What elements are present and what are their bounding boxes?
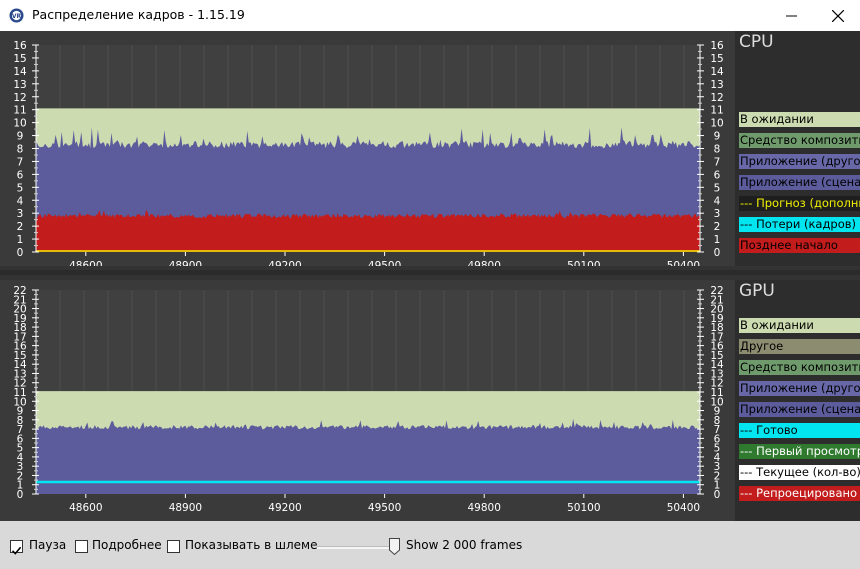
cpu-y-tick-label: 1 xyxy=(714,234,721,246)
cpu-legend-item: В ожидании xyxy=(739,112,860,127)
cpu-legend-item: --- Потери (кадров) xyxy=(739,217,860,232)
gpu-legend-item: --- Готово xyxy=(739,423,860,438)
gpu-legend-title: GPU xyxy=(739,281,775,301)
frames-slider-handle[interactable] xyxy=(389,538,400,555)
minimize-icon xyxy=(786,15,797,17)
cpu-y-tick-label: 4 xyxy=(17,195,24,207)
close-icon xyxy=(832,10,844,22)
title-bar: VR Распределение кадров - 1.15.19 xyxy=(0,0,860,32)
cpu-y-tick-label: 12 xyxy=(13,92,26,104)
cpu-y-tick-label: 7 xyxy=(714,156,721,168)
gpu-legend-item: Приложение (другое) xyxy=(739,381,860,396)
cpu-y-tick-label: 4 xyxy=(714,195,721,207)
gpu-x-tick-label: 50400 xyxy=(667,502,700,514)
cpu-legend-title: CPU xyxy=(739,32,774,52)
frames-label: Show 2 000 frames xyxy=(406,538,523,552)
minimize-button[interactable] xyxy=(768,0,814,31)
cpu-y-tick-label: 8 xyxy=(17,144,24,156)
cpu-y-tick-label: 2 xyxy=(17,221,24,233)
gpu-legend-item: --- Текущее (кол-во) xyxy=(739,465,860,480)
cpu-y-tick-label: 10 xyxy=(710,118,723,130)
cpu-y-tick-label: 16 xyxy=(710,40,724,52)
cpu-x-tick-label: 50400 xyxy=(667,260,700,266)
gpu-legend-item: --- Репроецировано xyxy=(739,486,860,501)
cpu-y-tick-label: 16 xyxy=(13,40,27,52)
gpu-legend-item: Другое xyxy=(739,339,860,354)
cpu-y-tick-label: 10 xyxy=(13,118,26,130)
cpu-y-tick-label: 3 xyxy=(714,208,721,220)
details-label[interactable]: Подробнее xyxy=(92,538,162,552)
cpu-y-tick-label: 9 xyxy=(17,131,24,143)
cpu-y-tick-label: 15 xyxy=(710,53,723,65)
cpu-x-tick-label: 48900 xyxy=(169,260,202,266)
gpu-x-tick-label: 49500 xyxy=(368,502,401,514)
cpu-legend-item: Приложение (другое) xyxy=(739,154,860,169)
cpu-x-tick-label: 49800 xyxy=(467,260,500,266)
cpu-y-tick-label: 0 xyxy=(17,247,24,259)
cpu-y-tick-label: 14 xyxy=(710,66,724,78)
cpu-y-tick-label: 13 xyxy=(710,79,723,91)
cpu-legend-item: Позднее начало xyxy=(739,238,860,253)
cpu-legend: CPU В ожидании Средство композитин Приложе… xyxy=(735,31,860,266)
cpu-y-tick-label: 6 xyxy=(17,169,24,181)
frames-slider-track[interactable] xyxy=(317,546,397,549)
cpu-y-tick-label: 0 xyxy=(714,247,721,259)
window-title: Распределение кадров - 1.15.19 xyxy=(32,7,245,22)
cpu-y-tick-label: 7 xyxy=(17,156,24,168)
checkmark-icon xyxy=(11,546,22,555)
cpu-y-tick-label: 15 xyxy=(13,53,26,65)
gpu-legend: GPU В ожидании Другое Средство композитин П… xyxy=(735,280,860,521)
cpu-y-tick-label: 14 xyxy=(13,66,27,78)
cpu-y-tick-label: 6 xyxy=(714,169,721,181)
cpu-y-tick-label: 8 xyxy=(714,144,721,156)
close-button[interactable] xyxy=(814,0,860,31)
gpu-legend-item: --- Первый просмотр xyxy=(739,444,860,459)
content-area: 0 0 1 1 2 2 3 3 4 4 5 5 6 6 7 7 8 8 9 9 10 10 11 11 12 12 13 13 14 14… xyxy=(0,31,860,521)
gpu-legend-item: Средство композитин xyxy=(739,360,860,375)
cpu-x-tick-label: 49200 xyxy=(268,260,301,266)
app-icon: VR xyxy=(9,8,24,23)
details-checkbox[interactable] xyxy=(75,540,88,553)
cpu-y-tick-label: 5 xyxy=(17,182,24,194)
cpu-x-tick-label: 49500 xyxy=(368,260,401,266)
gpu-x-tick-label: 48600 xyxy=(69,502,102,514)
gpu-chart: 0 01 12 23 34 45 56 67 78 89 910 1011 1112 1213 1314 14… xyxy=(13,285,724,514)
cpu-y-tick-label: 11 xyxy=(13,105,26,117)
show-in-headset-label[interactable]: Показывать в шлеме xyxy=(185,538,317,552)
gpu-x-tick-label: 50100 xyxy=(567,502,600,514)
cpu-y-tick-label: 11 xyxy=(710,105,723,117)
gpu-x-tick-label: 49800 xyxy=(467,502,500,514)
cpu-y-tick-label: 12 xyxy=(710,92,723,104)
cpu-chart-panel: 0 0 1 1 2 2 3 3 4 4 5 5 6 6 7 7 8 8 9 9 10 10 11 11 12 12 13 13 14 14… xyxy=(0,31,735,266)
cpu-y-tick-label: 1 xyxy=(17,234,24,246)
cpu-x-tick-label: 48600 xyxy=(69,260,102,266)
cpu-y-tick-label: 2 xyxy=(714,221,721,233)
cpu-y-tick-label: 5 xyxy=(714,182,721,194)
gpu-x-tick-label: 48900 xyxy=(169,502,202,514)
pause-checkbox[interactable] xyxy=(10,540,23,555)
gpu-x-tick-label: 49200 xyxy=(268,502,301,514)
pause-label[interactable]: Пауза xyxy=(29,538,66,552)
cpu-legend-item: --- Прогноз (дополни xyxy=(739,196,860,211)
svg-text:VR: VR xyxy=(12,13,22,20)
cpu-legend-item: Приложение (сцена) xyxy=(739,175,860,190)
cpu-chart: 0 01 12 23 34 45 56 67 78 89 910 1011 1112 1213 1314 14… xyxy=(13,40,724,266)
gpu-y-tick-label: 22 xyxy=(13,285,26,297)
gpu-legend-item: Приложение (сцена) xyxy=(739,402,860,417)
cpu-x-tick-label: 50100 xyxy=(567,260,600,266)
panel-separator xyxy=(0,270,860,275)
gpu-y-tick-label: 22 xyxy=(710,285,723,297)
gpu-chart-panel: 0 0 1 1 2 2 3 3 4 4 5 5 6 6 7 7 8 8 9 9 10 10 11 11 12 12 13 13 14 14… xyxy=(0,280,735,521)
cpu-legend-item: Средство композитин xyxy=(739,133,860,148)
show-in-headset-checkbox[interactable] xyxy=(167,540,180,553)
gpu-legend-item: В ожидании xyxy=(739,318,860,333)
cpu-y-tick-label: 9 xyxy=(714,131,721,143)
cpu-y-tick-label: 3 xyxy=(17,208,24,220)
cpu-y-tick-label: 13 xyxy=(13,79,26,91)
